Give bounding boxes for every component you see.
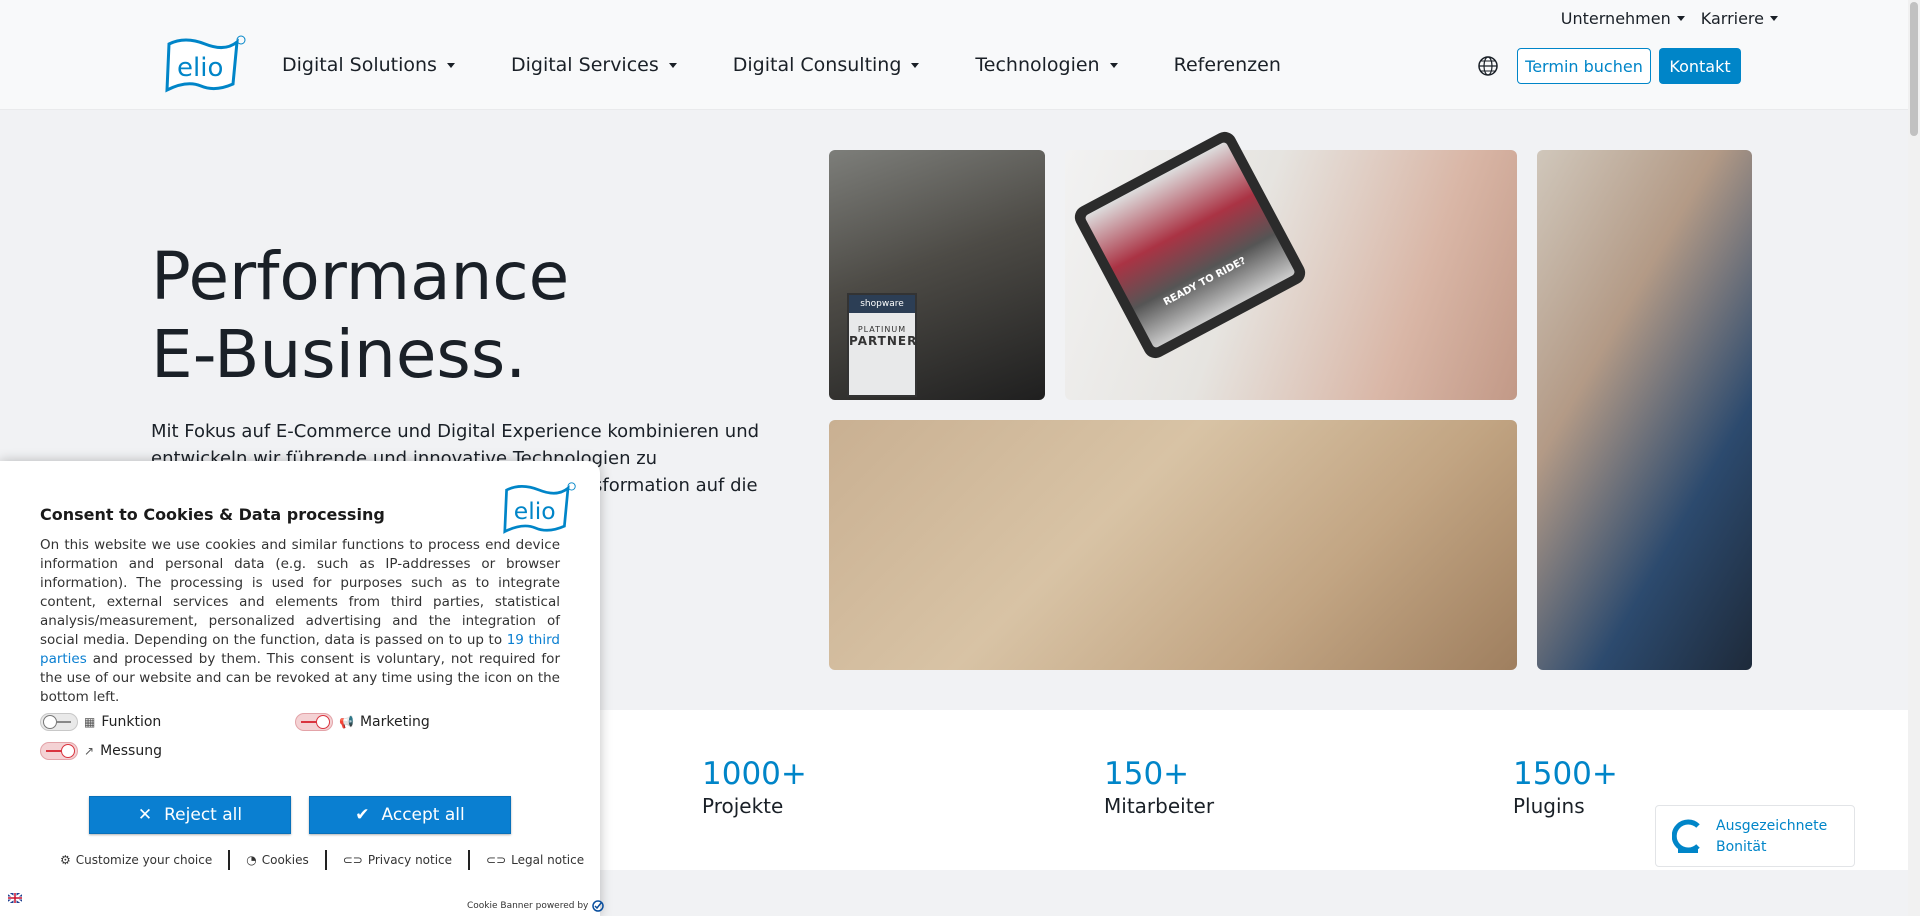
- consent-body-text-end: and processed by them. This consent is v…: [40, 651, 560, 705]
- svg-text:elio: elio: [514, 497, 556, 525]
- toggle-switch[interactable]: [295, 713, 333, 731]
- chevron-down-icon: [1109, 62, 1118, 68]
- toggle-marketing[interactable]: 📢 Marketing: [295, 713, 430, 731]
- link-label: Customize your choice: [75, 853, 213, 867]
- customize-choice-link[interactable]: ⚙ Customize your choice: [60, 853, 212, 867]
- book-appointment-button[interactable]: Termin buchen: [1517, 48, 1651, 84]
- credit-rating-text: Ausgezeichnete Bonität: [1716, 816, 1827, 858]
- photo-colleagues: [1537, 150, 1752, 670]
- toggle-funktion[interactable]: ▦ Funktion: [40, 713, 161, 731]
- photo-meeting: [829, 420, 1517, 670]
- toggle-messung[interactable]: ↗ Messung: [40, 742, 162, 760]
- toggle-track: [46, 750, 62, 752]
- toggle-label: Funktion: [101, 714, 162, 730]
- toggle-track: [57, 721, 71, 723]
- chevron-down-icon: [1770, 16, 1778, 21]
- link-label: Legal notice: [511, 853, 585, 867]
- svg-text:elio: elio: [177, 53, 223, 83]
- stat-value: 1500+: [1513, 756, 1618, 792]
- reject-all-button[interactable]: ✕ Reject all: [89, 796, 291, 834]
- toggle-label: Marketing: [359, 714, 430, 730]
- chevron-down-icon: [668, 62, 677, 68]
- grid-icon: ▦: [84, 715, 96, 729]
- elio-logo[interactable]: elio: [165, 34, 247, 96]
- link-icon: ⊂⊃: [342, 853, 363, 867]
- toggle-knob: [61, 744, 75, 758]
- language-flag-icon[interactable]: [8, 893, 22, 903]
- hero-title-line1: Performance: [151, 238, 570, 315]
- top-nav: Unternehmen Karriere: [1561, 9, 1778, 28]
- toggle-switch[interactable]: [40, 713, 78, 731]
- site-header: elio Unternehmen Karriere Digital Soluti…: [0, 0, 1908, 110]
- consent-body-text: On this website we use cookies and simil…: [40, 537, 560, 648]
- shield-check-icon: [592, 900, 605, 912]
- megaphone-icon: 📢: [339, 715, 354, 729]
- consent-body: On this website we use cookies and simil…: [40, 536, 560, 707]
- stat-projects: 1000+ Projekte: [702, 756, 807, 818]
- accept-all-label: Accept all: [381, 805, 465, 825]
- consent-title: Consent to Cookies & Data processing: [40, 505, 385, 524]
- accept-all-button[interactable]: ✔ Accept all: [309, 796, 511, 834]
- nav-karriere[interactable]: Karriere: [1701, 9, 1778, 28]
- divider: [324, 850, 327, 870]
- stat-value: 1000+: [702, 756, 807, 792]
- nav-unternehmen[interactable]: Unternehmen: [1561, 9, 1685, 28]
- gear-icon: ⚙: [60, 853, 71, 867]
- globe-icon[interactable]: [1477, 55, 1499, 77]
- crefo-icon: [1672, 819, 1700, 853]
- chevron-down-icon: [1676, 16, 1685, 21]
- scrollbar-thumb[interactable]: [1910, 2, 1918, 136]
- stat-label: Plugins: [1513, 794, 1585, 818]
- reject-all-label: Reject all: [164, 805, 243, 825]
- nav-digital-solutions[interactable]: Digital Solutions: [282, 54, 455, 76]
- cookie-icon: ◔: [246, 853, 257, 867]
- hero-text-partial: sformation auf die: [593, 475, 758, 496]
- toggle-label: Messung: [100, 743, 162, 759]
- close-icon: ✕: [137, 805, 153, 825]
- consent-footer: Cookie Banner powered by: [467, 900, 605, 912]
- nav-digital-services[interactable]: Digital Services: [511, 54, 677, 76]
- chevron-down-icon: [446, 62, 455, 68]
- nav-digital-consulting[interactable]: Digital Consulting: [733, 54, 920, 76]
- link-icon: ⊂⊃: [486, 853, 507, 867]
- toggle-knob: [316, 715, 330, 729]
- privacy-notice-link[interactable]: ⊂⊃ Privacy notice: [343, 853, 452, 867]
- legal-notice-link[interactable]: ⊂⊃ Legal notice: [486, 853, 584, 867]
- chevron-down-icon: [911, 62, 920, 68]
- credit-rating-line1: Ausgezeichnete: [1716, 818, 1828, 834]
- shopware-partner-badge: shopware PLATINUM PARTNER: [847, 293, 917, 397]
- link-label: Cookies: [261, 853, 309, 867]
- stat-value: 150+: [1104, 756, 1190, 792]
- cookies-link[interactable]: ◔ Cookies: [246, 853, 308, 867]
- main-nav: Digital Solutions Digital Services Digit…: [282, 54, 1281, 76]
- divider: [468, 850, 471, 870]
- elio-consent-logo: elio: [503, 482, 576, 534]
- badge-brand: shopware: [849, 295, 915, 313]
- powered-by-text: Cookie Banner powered by: [467, 901, 589, 911]
- divider: [228, 850, 231, 870]
- page-scrollbar[interactable]: [1908, 0, 1920, 916]
- contact-button[interactable]: Kontakt: [1659, 48, 1741, 84]
- nav-technologien[interactable]: Technologien: [975, 54, 1118, 76]
- toggle-switch[interactable]: [40, 742, 78, 760]
- check-icon: ✔: [355, 805, 370, 825]
- badge-line1: PLATINUM: [857, 325, 907, 334]
- hero-title: Performance E-Business.: [151, 238, 569, 394]
- stat-label: Projekte: [702, 794, 784, 818]
- toggle-knob: [43, 715, 57, 729]
- badge-line2: PARTNER: [849, 334, 918, 348]
- stat-employees: 150+ Mitarbeiter: [1104, 756, 1214, 818]
- stat-label: Mitarbeiter: [1104, 794, 1215, 818]
- nav-referenzen[interactable]: Referenzen: [1174, 54, 1281, 76]
- credit-rating-line2: Bonität: [1716, 839, 1767, 855]
- hero-title-line2: E-Business.: [151, 316, 527, 393]
- link-label: Privacy notice: [367, 853, 453, 867]
- credit-rating-badge[interactable]: Ausgezeichnete Bonität: [1655, 805, 1855, 867]
- stat-plugins: 1500+ Plugins: [1513, 756, 1618, 818]
- consent-links: ⚙ Customize your choice ◔ Cookies ⊂⊃ Privac…: [60, 850, 584, 870]
- toggle-track: [301, 721, 317, 723]
- chart-icon: ↗: [84, 744, 95, 758]
